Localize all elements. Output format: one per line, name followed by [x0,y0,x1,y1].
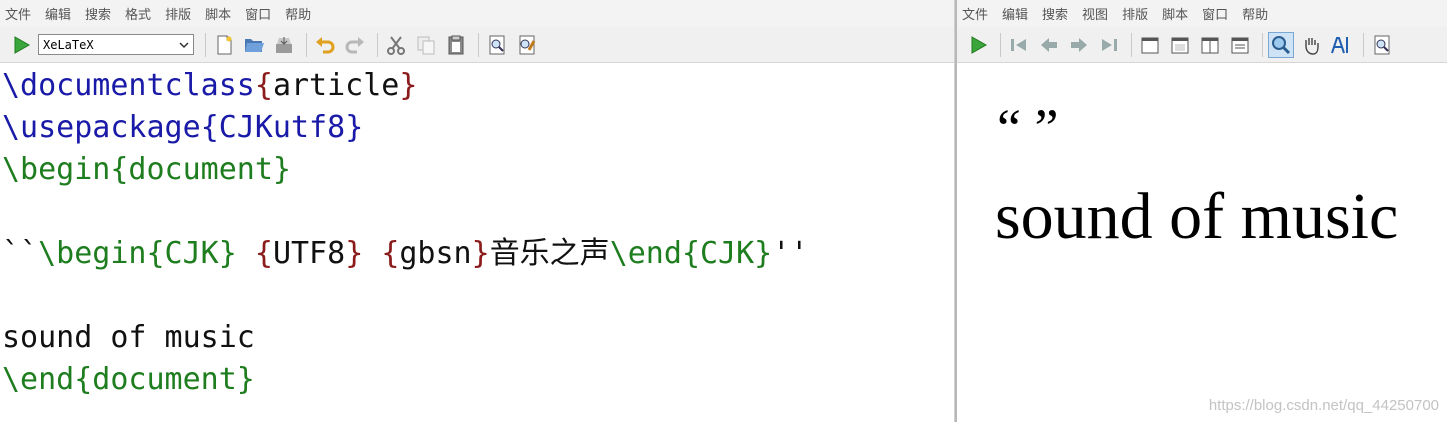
menu-item-typeset[interactable]: 排版 [1122,4,1148,23]
toolbar-separator [1000,32,1001,57]
code-line[interactable]: \documentclass{article} [0,65,954,107]
code-line[interactable]: ``\begin{CJK} {UTF8} {gbsn}音乐之声\end{CJK}… [0,233,954,275]
code-line[interactable]: \end{document} [0,359,954,401]
code-token: article [272,68,400,103]
code-token: \end [2,362,75,397]
code-token: gbsn [399,236,472,271]
editor-window: 文件 编辑 搜索 格式 排版 脚本 窗口 帮助 XeLaTeX \documen… [0,0,954,422]
save-icon[interactable] [271,32,297,58]
toolbar-separator [478,32,479,57]
engine-value: XeLaTeX [43,37,94,52]
code-token: 音乐之声 [489,236,610,271]
menu-item-window[interactable]: 窗口 [245,4,271,23]
code-token: CJKutf8 [218,110,346,145]
code-token: {CJK} [681,236,773,271]
toolbar-separator [1363,32,1364,57]
facing-pages-icon[interactable] [1197,32,1223,58]
code-token: '' [772,236,809,271]
replace-icon[interactable] [514,32,540,58]
menu-item-edit[interactable]: 编辑 [1002,4,1028,23]
find-icon[interactable] [484,32,510,58]
code-line[interactable]: \begin{document} [0,149,954,191]
hand-icon[interactable] [1298,32,1324,58]
undo-icon[interactable] [312,32,338,58]
menu-item-scripts[interactable]: 脚本 [1162,4,1188,23]
code-token: \documentclass [2,68,255,103]
menu-item-help[interactable]: 帮助 [1242,4,1268,23]
code-token: `` [2,236,39,271]
code-token: UTF8 [272,236,346,271]
code-token: { [381,236,400,271]
editor-toolbar: XeLaTeX [0,27,954,63]
code-token: \usepackage [2,110,201,145]
copy-icon[interactable] [413,32,439,58]
menu-item-scripts[interactable]: 脚本 [205,4,231,23]
code-token: { [254,68,273,103]
run-icon[interactable] [965,32,991,58]
code-line[interactable] [0,275,954,317]
code-token: { [200,110,219,145]
magnify-icon[interactable] [1268,31,1294,58]
code-token: } [471,236,490,271]
code-token: \end [609,236,682,271]
menu-item-window[interactable]: 窗口 [1202,4,1228,23]
new-file-icon[interactable] [211,32,237,58]
code-token: {document} [110,152,291,187]
find-icon[interactable] [1369,32,1395,58]
toolbar-separator [1262,32,1263,57]
menu-item-search[interactable]: 搜索 [85,4,111,23]
code-token: \begin [38,236,147,271]
viewer-toolbar [957,27,1447,63]
continuous-page-icon[interactable] [1167,32,1193,58]
previous-page-icon[interactable] [1036,32,1062,58]
toolbar-separator [377,32,378,57]
code-token: { [254,236,273,271]
next-page-icon[interactable] [1066,32,1092,58]
pdf-viewer-window: 文件 编辑 搜索 视图 排版 脚本 窗口 帮助 “ ” sound of mus… [957,0,1447,422]
run-icon[interactable] [8,32,34,58]
watermark: https://blog.csdn.net/qq_44250700 [1208,397,1439,414]
paste-icon[interactable] [443,32,469,58]
typeset-engine-select[interactable]: XeLaTeX [38,34,194,55]
last-page-icon[interactable] [1096,32,1122,58]
menu-item-typeset[interactable]: 排版 [165,4,191,23]
fit-page-icon[interactable] [1227,32,1253,58]
editor-menubar: 文件 编辑 搜索 格式 排版 脚本 窗口 帮助 [0,0,954,27]
toolbar-separator [205,32,206,57]
menu-item-view[interactable]: 视图 [1082,4,1108,23]
code-line[interactable] [0,191,954,233]
menu-item-help[interactable]: 帮助 [285,4,311,23]
code-line[interactable]: sound of music [0,317,954,359]
menu-item-file[interactable]: 文件 [962,4,988,23]
menu-item-file[interactable]: 文件 [5,4,31,23]
pdf-rendered-quotes: “ ” [997,98,1059,158]
code-token: } [345,236,364,271]
toolbar-separator [1131,32,1132,57]
pdf-rendered-text: sound of music [995,180,1399,253]
open-folder-icon[interactable] [241,32,267,58]
code-editor[interactable]: \documentclass{article} \usepackage{CJKut… [0,63,954,401]
single-page-icon[interactable] [1137,32,1163,58]
menu-item-edit[interactable]: 编辑 [45,4,71,23]
code-token: } [399,68,418,103]
chevron-down-icon [179,41,189,48]
first-page-icon[interactable] [1006,32,1032,58]
toolbar-separator [306,32,307,57]
menu-item-search[interactable]: 搜索 [1042,4,1068,23]
redo-icon[interactable] [342,32,368,58]
cut-icon[interactable] [383,32,409,58]
menu-item-format[interactable]: 格式 [125,4,151,23]
code-token: sound of music [2,320,255,355]
code-token: {document} [74,362,255,397]
text-select-icon[interactable] [1328,32,1354,58]
code-token: \begin [2,152,111,187]
code-line[interactable]: \usepackage{CJKutf8} [0,107,954,149]
code-token: {CJK} [146,236,237,271]
viewer-menubar: 文件 编辑 搜索 视图 排版 脚本 窗口 帮助 [957,0,1447,27]
code-token: } [345,110,364,145]
